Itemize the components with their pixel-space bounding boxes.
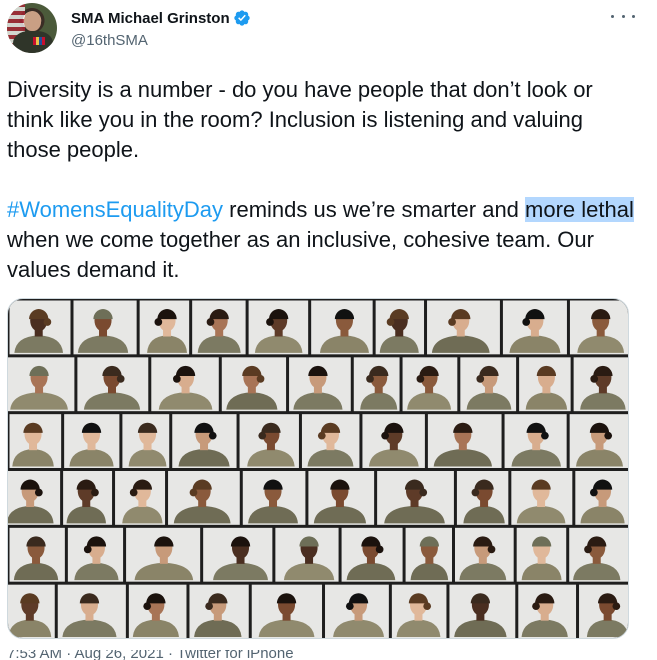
portrait-tile: [455, 527, 514, 582]
portrait-tile: [203, 527, 273, 582]
portrait-tile: [573, 357, 628, 412]
portrait-tile: [402, 357, 458, 412]
portrait-tile: [427, 414, 502, 468]
highlighted-text: more lethal: [525, 197, 634, 222]
portrait-tile: [9, 300, 71, 355]
tweet-paragraph-2: #WomensEqualityDay reminds us we’re smar…: [7, 195, 637, 285]
portrait-tile: [115, 471, 166, 525]
portrait-tile: [518, 584, 577, 638]
portrait-tile: [377, 471, 454, 525]
portrait-tile: [325, 584, 389, 638]
portrait-tile: [311, 300, 373, 355]
timestamp-text: 7:53 AM · Aug 26, 2021 · Twitter for iPh…: [7, 650, 294, 660]
tweet-paragraph-1: Diversity is a number - do you have peop…: [7, 77, 593, 162]
portrait-tile: [460, 357, 517, 412]
author-display-name[interactable]: SMA Michael Grinston: [71, 10, 230, 27]
tweet: SMA Michael Grinston @16thSMA Diversity …: [0, 0, 657, 660]
avatar[interactable]: [7, 3, 57, 53]
portrait-tile: [579, 584, 628, 638]
portrait-tile: [189, 584, 249, 638]
portrait-tile: [9, 414, 62, 468]
portrait-tile: [126, 527, 201, 582]
author-name-row[interactable]: SMA Michael Grinston: [71, 9, 251, 27]
portrait-tile: [449, 584, 516, 638]
portrait-tile: [64, 414, 120, 468]
portrait-tile: [504, 414, 567, 468]
portrait-tile: [308, 471, 375, 525]
portrait-tile: [8, 357, 75, 412]
portrait-tile: [341, 527, 403, 582]
portrait-tile: [456, 471, 509, 525]
portrait-tile: [275, 527, 339, 582]
portrait-tile: [575, 471, 628, 525]
portrait-tile: [569, 414, 628, 468]
portrait-tile: [391, 584, 447, 638]
portrait-tile: [73, 300, 137, 355]
portrait-tile: [502, 300, 567, 355]
portrait-tile: [57, 584, 126, 638]
portrait-tile: [172, 414, 237, 468]
verified-badge-icon: [233, 10, 250, 26]
portrait-tile: [8, 584, 55, 638]
portrait-tile: [519, 357, 571, 412]
hashtag-link[interactable]: #WomensEqualityDay: [7, 197, 223, 222]
tweet-text-segment: when we come together as an inclusive, c…: [7, 227, 594, 282]
author-handle[interactable]: @16thSMA: [71, 32, 148, 49]
portrait-tile: [67, 527, 124, 582]
portrait-tile: [248, 300, 309, 355]
portrait-tile: [221, 357, 287, 412]
portrait-tile: [168, 471, 240, 525]
portrait-tile: [242, 471, 306, 525]
tweet-photo[interactable]: [7, 298, 629, 639]
tweet-text-segment: reminds us we’re smarter and: [223, 197, 526, 222]
portrait-tile: [139, 300, 190, 355]
portrait-tile: [251, 584, 323, 638]
portrait-tile: [63, 471, 113, 525]
portrait-tile: [405, 527, 453, 582]
portrait-tile: [192, 300, 246, 355]
portrait-tile: [516, 527, 567, 582]
portrait-tile: [353, 357, 400, 412]
tweet-timestamp[interactable]: 7:53 AM · Aug 26, 2021 · Twitter for iPh…: [7, 650, 307, 660]
photo-grid-icon: [8, 300, 628, 638]
portrait-tile: [511, 471, 573, 525]
portrait-tile: [301, 414, 360, 468]
portrait-tile: [427, 300, 500, 355]
portrait-tile: [375, 300, 425, 355]
portrait-tile: [128, 584, 187, 638]
ribbons-graphic: [33, 37, 45, 45]
portrait-tile: [569, 300, 628, 355]
portrait-tile: [122, 414, 170, 468]
portrait-tile: [362, 414, 425, 468]
face-graphic: [24, 11, 41, 31]
portrait-tile: [8, 471, 61, 525]
portrait-tile: [9, 527, 65, 582]
portrait-tile: [151, 357, 219, 412]
more-options-icon[interactable]: [611, 10, 635, 22]
portrait-tile: [77, 357, 149, 412]
portrait-tile: [289, 357, 351, 412]
portrait-tile: [569, 527, 628, 582]
tweet-text: Diversity is a number - do you have peop…: [7, 75, 637, 285]
portrait-tile: [239, 414, 299, 468]
